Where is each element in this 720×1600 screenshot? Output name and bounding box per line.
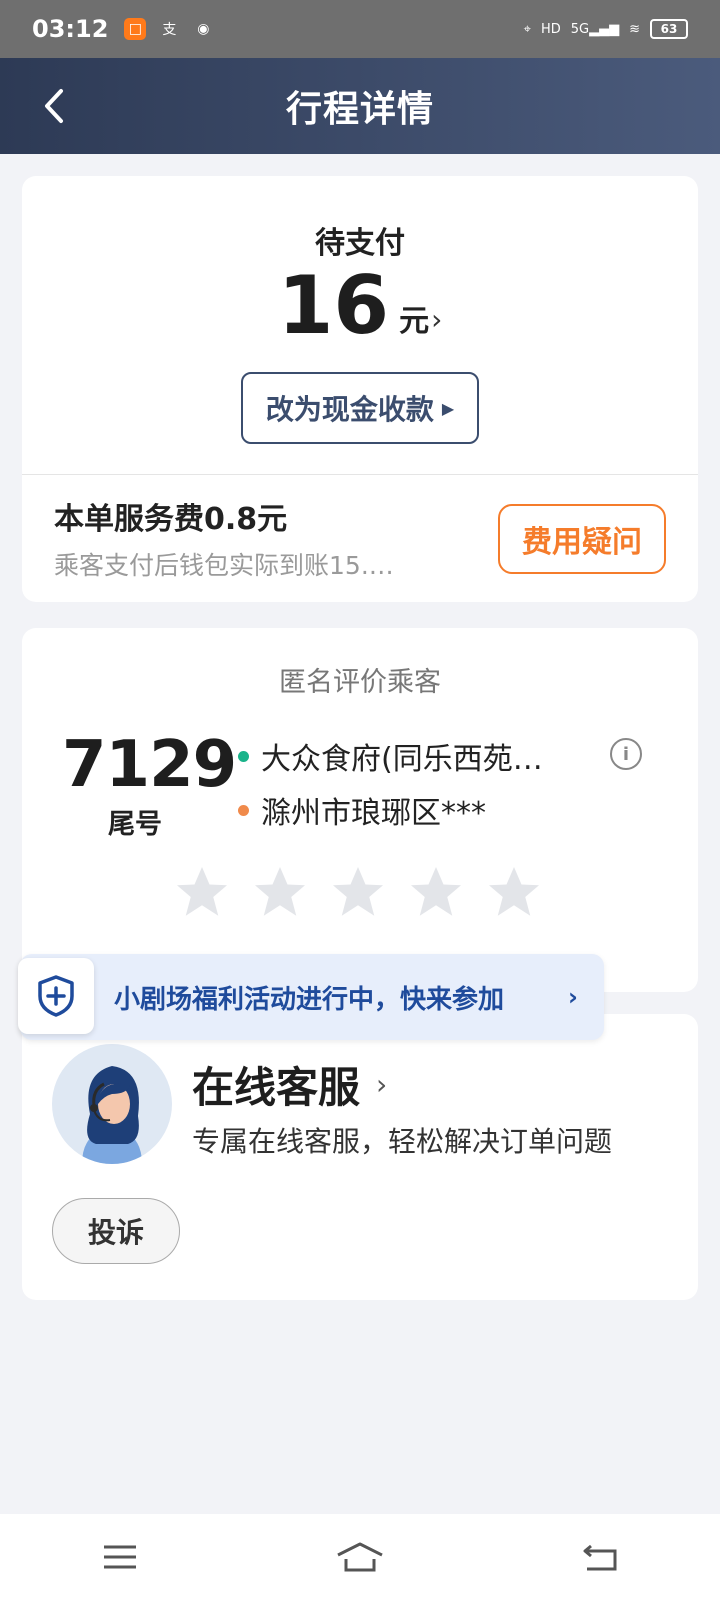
system-nav-bar: [0, 1514, 720, 1600]
chat-icon: ◉: [197, 21, 210, 37]
rating-card: 匿名评价乘客 7129 尾号 大众食府(同乐西苑… 滁州市琅琊区*** i: [22, 628, 698, 992]
chevron-right-icon: ›: [431, 303, 443, 336]
payment-amount: 16: [277, 259, 390, 352]
rating-stars: [172, 862, 544, 922]
online-service-link[interactable]: 在线客服 ›: [192, 1054, 387, 1115]
destination-dot-icon: [238, 804, 249, 816]
star-icon-2[interactable]: [250, 862, 310, 922]
agent-avatar: [52, 1044, 172, 1164]
payment-amount-link[interactable]: 16 元 ›: [22, 266, 698, 346]
chevron-right-icon: ›: [376, 1068, 388, 1101]
back-button[interactable]: [34, 86, 74, 126]
battery-icon: 63: [650, 19, 688, 39]
cash-button-label: 改为现金收款: [265, 393, 434, 426]
fee-question-button[interactable]: 费用疑问: [498, 504, 666, 574]
destination-text: 滁州市琅琊区***: [261, 796, 486, 831]
back-nav-button[interactable]: [570, 1532, 630, 1582]
wifi-icon: ≋: [629, 21, 640, 37]
origin-dot-icon: [238, 750, 249, 762]
star-icon-3[interactable]: [328, 862, 388, 922]
service-fee-subtitle: 乘客支付后钱包实际到账15.…: [54, 551, 394, 580]
star-icon-5[interactable]: [484, 862, 544, 922]
tail-number-label: 尾号: [108, 809, 162, 840]
payment-unit: 元: [399, 304, 430, 339]
location-icon: ⌖: [523, 21, 531, 37]
complain-button[interactable]: 投诉: [52, 1198, 180, 1264]
notification-icons: □ 支 ◉: [124, 18, 214, 40]
status-right-icons: ⌖ HD 5G▂▄▆ ≋ 63: [524, 19, 688, 39]
star-icon-4[interactable]: [406, 862, 466, 922]
info-icon[interactable]: i: [610, 738, 642, 770]
chevron-left-icon: [45, 89, 63, 123]
payment-status: 待支付: [315, 226, 405, 261]
payment-card: 待支付 16 元 › 改为现金收款 ▶ 本单服务费0.8元 乘客支付后钱包实际到…: [22, 176, 698, 602]
menu-icon: [104, 1545, 136, 1569]
star-icon-1[interactable]: [172, 862, 232, 922]
promo-text: 小剧场福利活动进行中，快来参加: [114, 984, 505, 1015]
service-fee-title: 本单服务费0.8元: [54, 502, 288, 537]
home-button[interactable]: [330, 1532, 390, 1582]
back-icon: [583, 1544, 617, 1571]
page-title: 行程详情: [285, 89, 434, 130]
rating-title: 匿名评价乘客: [279, 667, 441, 698]
trip-destination: 滁州市琅琊区***: [238, 788, 486, 832]
customer-service-card: 在线客服 › 专属在线客服，轻松解决订单问题 投诉: [22, 1014, 698, 1300]
tail-number: 7129: [62, 728, 237, 802]
hd-icon: HD: [540, 21, 561, 37]
switch-to-cash-button[interactable]: 改为现金收款 ▶: [241, 372, 479, 444]
status-time: 03:12: [32, 15, 109, 43]
trip-origin: 大众食府(同乐西苑…: [238, 734, 543, 778]
service-subtitle: 专属在线客服，轻松解决订单问题: [192, 1125, 613, 1158]
service-title: 在线客服: [192, 1063, 361, 1112]
app-header: 行程详情: [0, 58, 720, 154]
signal-icon: 5G▂▄▆: [570, 21, 620, 37]
shield-icon: [18, 958, 94, 1034]
chevron-right-icon: ›: [568, 983, 578, 1011]
orange-app-icon: □: [124, 18, 147, 40]
divider: [22, 474, 698, 475]
home-icon: [337, 1542, 383, 1572]
triangle-right-icon: ▶: [441, 398, 455, 418]
promo-banner[interactable]: 小剧场福利活动进行中，快来参加 ›: [18, 954, 604, 1040]
alipay-icon: 支: [162, 22, 177, 38]
menu-button[interactable]: [90, 1532, 150, 1582]
status-bar: 03:12 □ 支 ◉ ⌖ HD 5G▂▄▆ ≋ 63: [0, 0, 720, 58]
origin-text: 大众食府(同乐西苑…: [261, 742, 543, 777]
